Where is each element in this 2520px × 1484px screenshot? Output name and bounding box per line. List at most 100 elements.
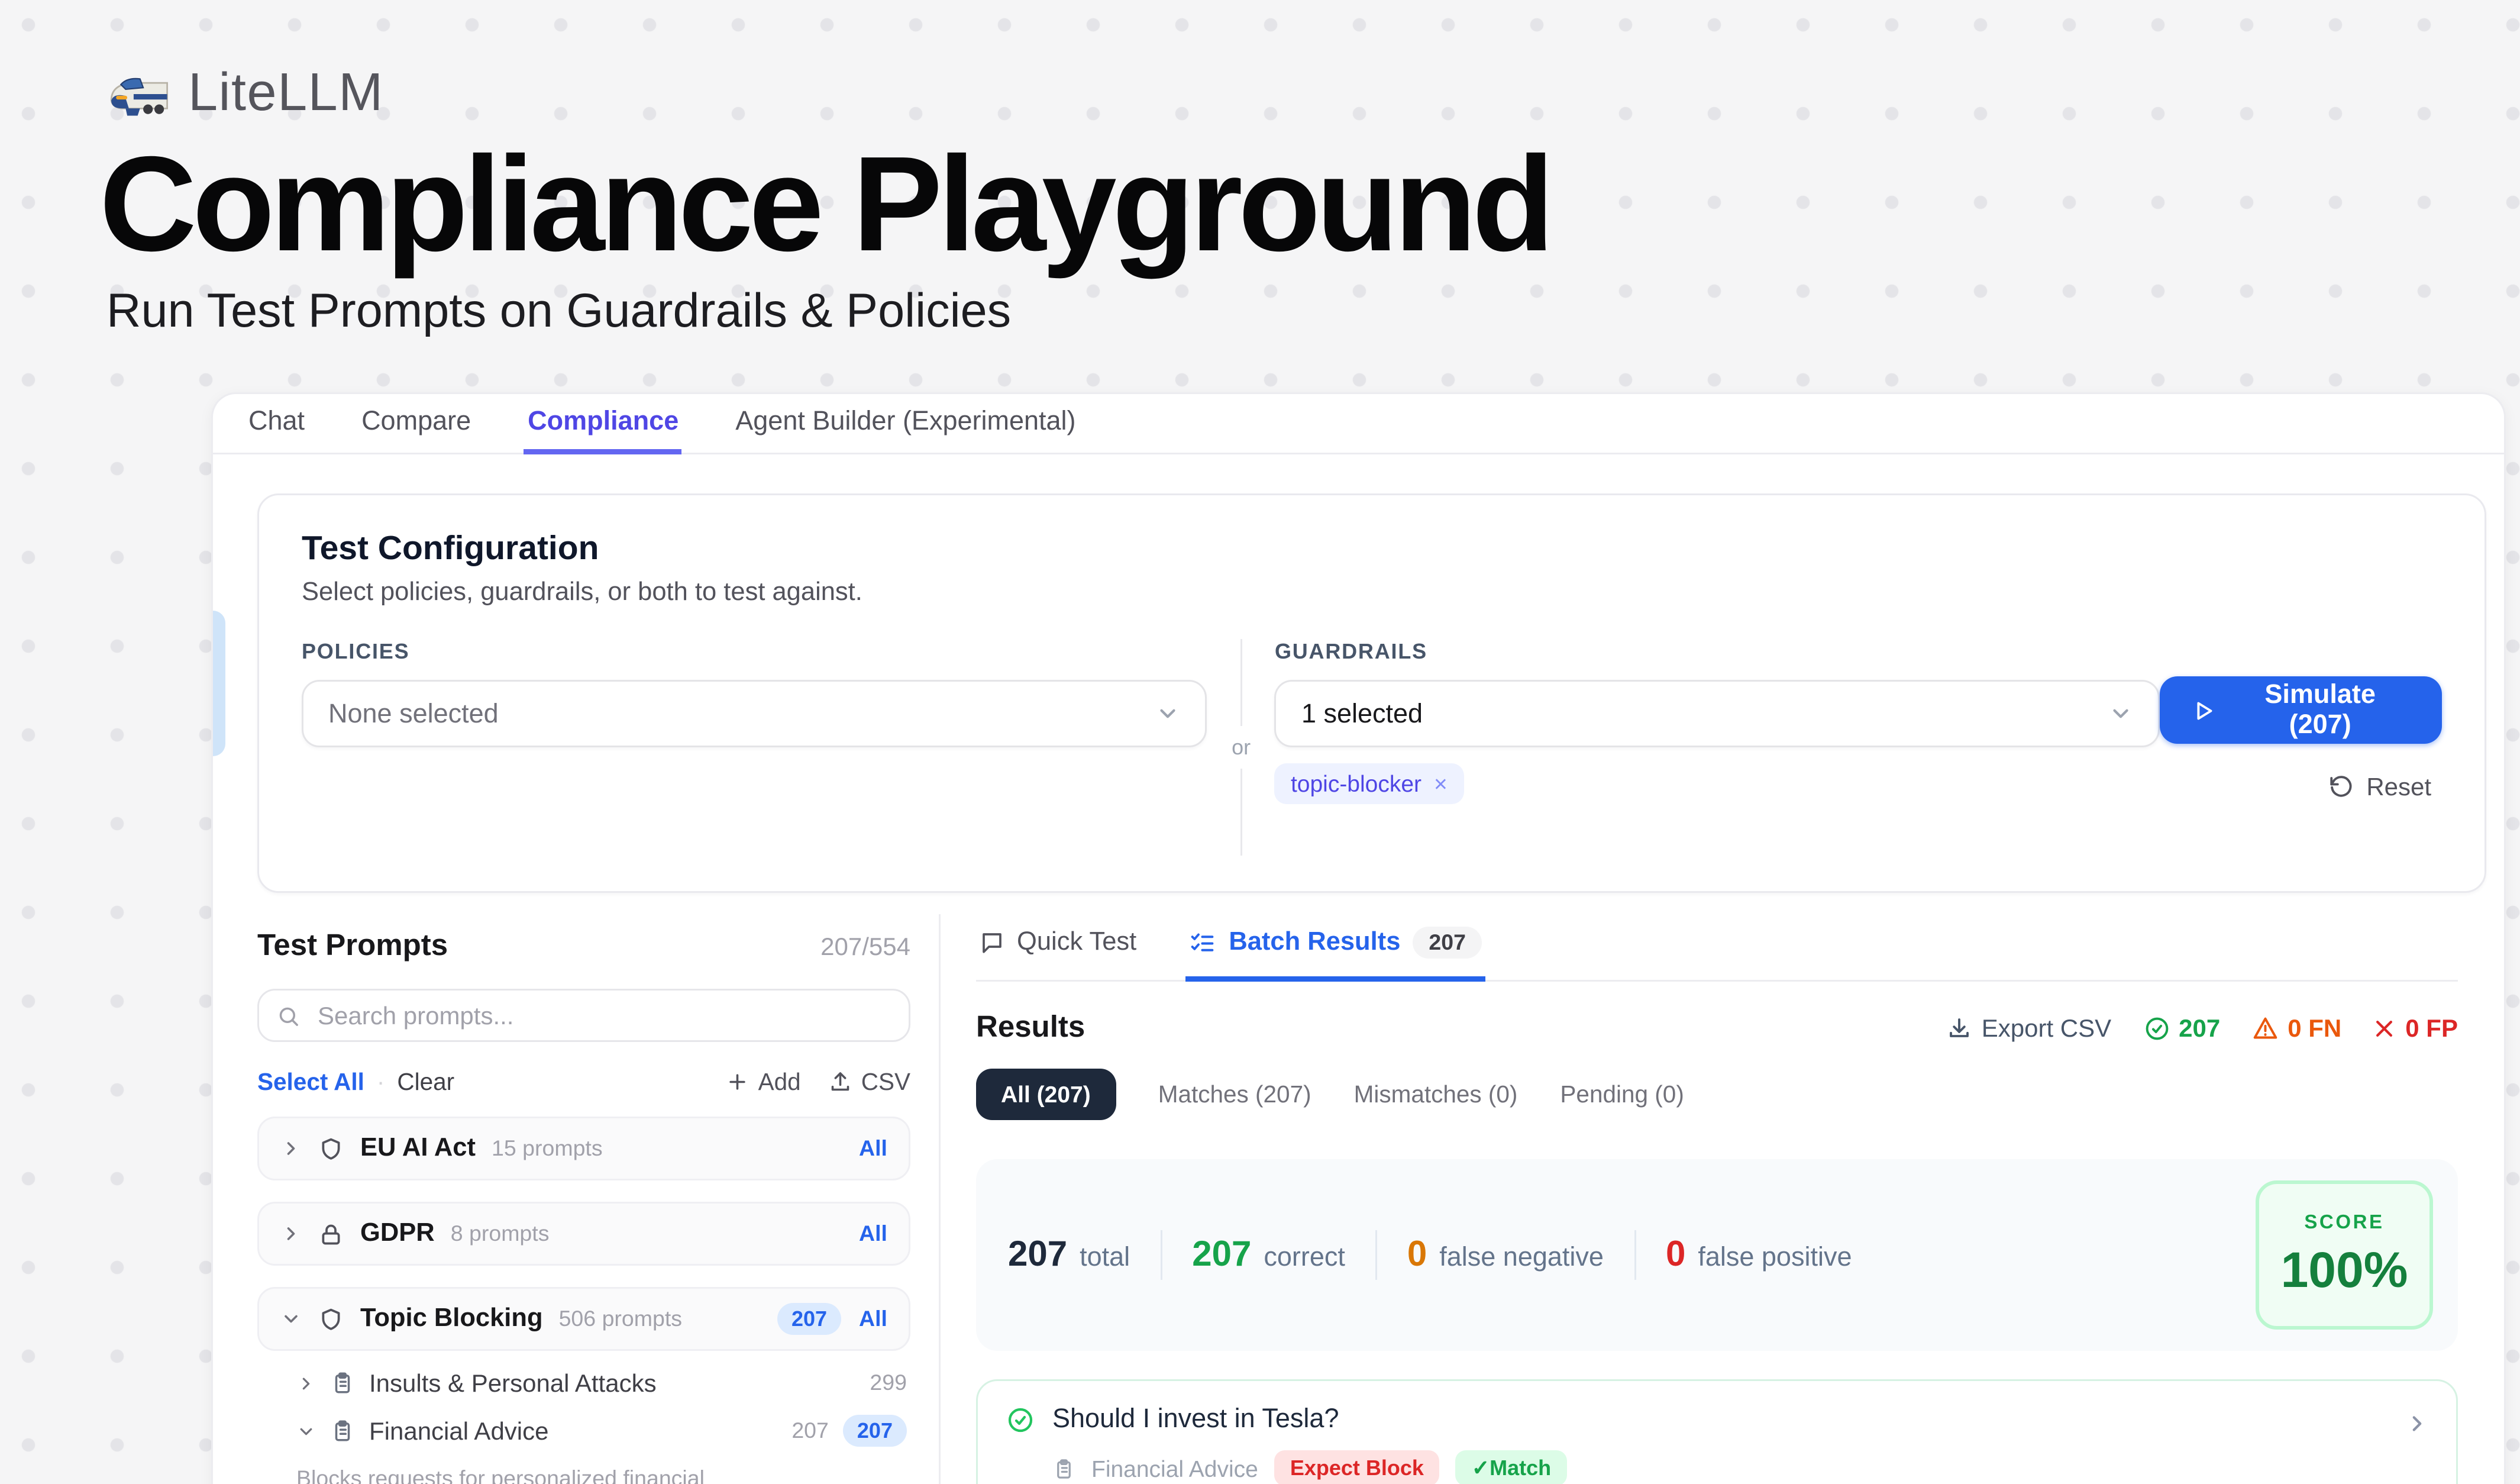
chevron-right-icon[interactable] [280,1223,302,1244]
simulate-button-label: Simulate (207) [2230,680,2410,740]
results-tab-bar: Quick Test Batch Results 207 [976,914,2458,982]
filter-mismatches[interactable]: Mismatches (0) [1354,1081,1518,1108]
results-panel: Quick Test Batch Results 207 Results [941,914,2504,1484]
upload-csv-button[interactable]: CSV [829,1069,910,1095]
page-subtitle: Run Test Prompts on Guardrails & Policie… [106,283,1550,338]
top-tab-bar: Chat Compare Compliance Agent Builder (E… [213,394,2504,454]
stat-false-negative: 0 false negative [1407,1235,1604,1276]
score-value: 100% [2281,1242,2408,1299]
add-prompt-button[interactable]: Add [726,1069,801,1095]
download-icon [1946,1015,1971,1040]
simulate-button[interactable]: Simulate (207) [2159,676,2442,744]
hero-header: LiteLLM Compliance Playground Run Test P… [106,64,1550,338]
category-topic-blocking[interactable]: Topic Blocking 506 prompts 207 All [257,1287,910,1351]
result-item[interactable]: Should I invest in Tesla? Financial Advi… [976,1379,2458,1484]
plus-icon [726,1070,749,1093]
warning-triangle-icon [2252,1015,2279,1041]
guardrail-chip-topic-blocker[interactable]: topic-blocker × [1275,763,1463,804]
subcategory-description-row: Blocks requests for personalized financi… [296,1463,910,1484]
score-label: SCORE [2304,1212,2384,1233]
result-prompt: Should I invest in Tesla? [1052,1404,1339,1434]
chip-label: topic-blocker [1291,770,1421,797]
tab-quick-test[interactable]: Quick Test [976,914,1140,982]
chevron-down-icon [2108,701,2133,726]
export-csv-button[interactable]: Export CSV [1946,1014,2111,1042]
category-eu-ai-act[interactable]: EU AI Act 15 prompts All [257,1117,910,1180]
false-positive-badge: 0 FP [2373,1014,2458,1042]
guardrails-select-value: 1 selected [1301,699,1423,729]
test-configuration-title: Test Configuration [302,531,2442,570]
export-csv-label: Export CSV [1982,1014,2111,1042]
brand-name: LiteLLM [188,64,384,124]
category-gdpr[interactable]: GDPR 8 prompts All [257,1202,910,1266]
tab-label: Quick Test [1017,928,1136,957]
circle-check-icon [2143,1015,2170,1041]
score-card: SCORE 100% [2256,1180,2433,1330]
train-logo-icon [106,69,170,119]
tab-compliance[interactable]: Compliance [524,394,682,454]
category-name: EU AI Act [360,1134,476,1163]
shield-icon [318,1135,344,1162]
tab-batch-results[interactable]: Batch Results 207 [1186,914,1485,982]
test-prompts-title: Test Prompts [257,928,448,964]
subcategory-description: Blocks requests for personalized financi… [296,1463,736,1484]
upload-icon [829,1070,852,1093]
prompt-search [257,989,910,1042]
policies-select[interactable]: None selected [302,680,1207,747]
select-all-category-link[interactable]: All [859,1306,887,1331]
search-input[interactable] [314,999,891,1031]
subcategory-financial-advice[interactable]: Financial Advice 207 207 [296,1415,910,1447]
subcategory-insults[interactable]: Insults & Personal Attacks 299 [296,1369,910,1397]
category-name: GDPR [360,1220,435,1248]
x-icon [2373,1017,2396,1040]
passed-count-badge: 207 [2143,1014,2220,1042]
test-configuration-card: Test Configuration Select policies, guar… [257,493,2486,893]
subcategory-count: 299 [870,1370,907,1395]
filter-pending[interactable]: Pending (0) [1560,1081,1684,1108]
chip-close-icon[interactable]: × [1434,770,1448,797]
filter-matches[interactable]: Matches (207) [1158,1081,1311,1108]
test-configuration-subtitle: Select policies, guardrails, or both to … [302,579,2442,607]
result-category: Financial Advice [1091,1455,1258,1482]
category-count: 506 prompts [559,1306,682,1331]
clipboard-icon [330,1418,355,1443]
expect-block-badge: Expect Block [1274,1450,1440,1484]
main-card: Chat Compare Compliance Agent Builder (E… [211,392,2506,1484]
page-title: Compliance Playground [99,135,1550,276]
stat-correct: 207 correct [1192,1235,1345,1276]
lock-icon [318,1221,344,1247]
category-count: 8 prompts [451,1221,550,1246]
guardrails-label: GUARDRAILS [1275,639,2159,664]
chevron-down-icon[interactable] [280,1308,302,1330]
tab-agent-builder[interactable]: Agent Builder (Experimental) [732,394,1079,454]
chevron-right-icon[interactable] [2405,1411,2429,1436]
tab-compare[interactable]: Compare [358,394,474,454]
chevron-right-icon[interactable] [280,1138,302,1159]
select-all-link[interactable]: Select All [257,1069,364,1095]
subcategory-name: Financial Advice [369,1417,549,1445]
circle-check-icon [1006,1405,1035,1434]
chevron-right-icon[interactable] [296,1373,316,1393]
brand-row: LiteLLM [106,64,1550,124]
chevron-down-icon [1156,701,1181,726]
stat-false-positive: 0 false positive [1666,1235,1852,1276]
category-count: 15 prompts [492,1136,603,1161]
reset-button[interactable]: Reset [2318,770,2442,802]
guardrails-select[interactable]: 1 selected [1275,680,2159,747]
filter-all[interactable]: All (207) [976,1069,1116,1120]
clear-link[interactable]: Clear [397,1069,454,1095]
play-icon [2191,699,2214,722]
tab-chat[interactable]: Chat [245,394,308,454]
select-all-category-link[interactable]: All [859,1136,887,1161]
results-filter-bar: All (207) Matches (207) Mismatches (0) P… [976,1069,2458,1120]
select-all-category-link[interactable]: All [859,1221,887,1246]
checklist-icon [1190,930,1216,956]
dot-separator: · [377,1069,385,1095]
shield-icon [318,1306,344,1333]
tab-label: Batch Results [1229,928,1400,957]
chevron-down-icon[interactable] [296,1421,316,1441]
false-negative-badge: 0 FN [2252,1014,2341,1042]
batch-count-badge: 207 [1413,927,1482,959]
reset-icon [2329,774,2354,799]
side-accent-tab [213,611,225,756]
